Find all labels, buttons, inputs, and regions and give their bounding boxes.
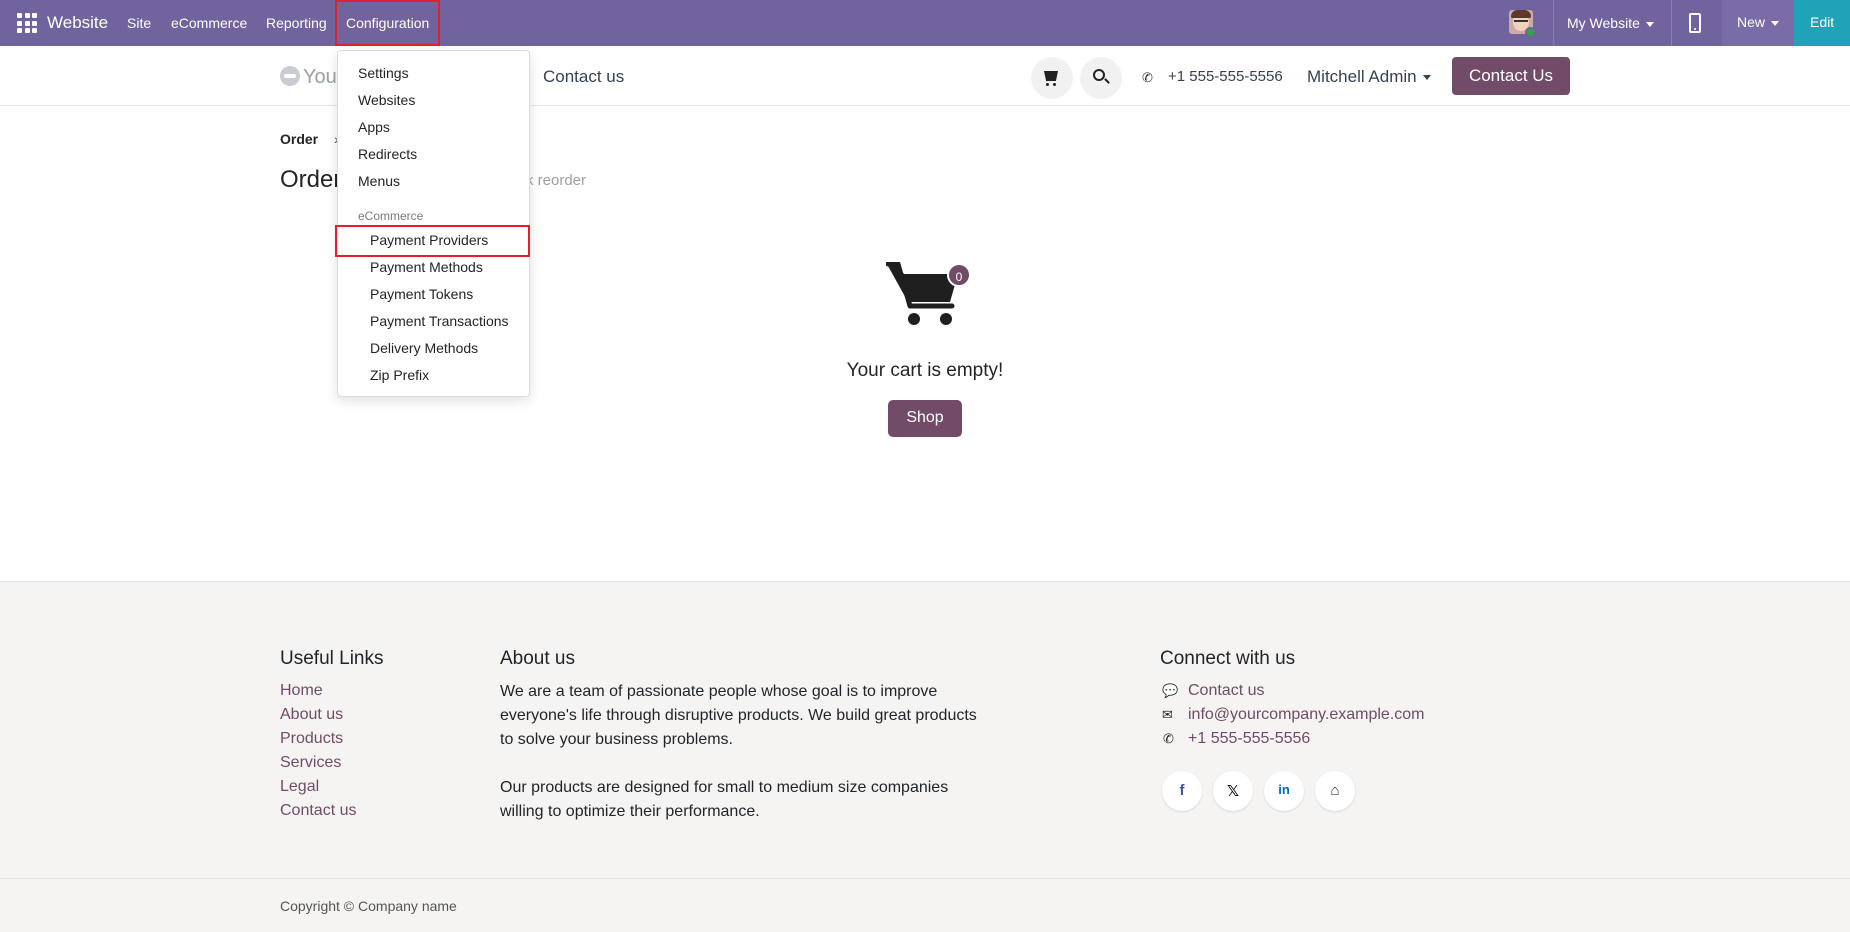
edit-button[interactable]: Edit xyxy=(1794,0,1850,46)
cart-count-badge: 0 xyxy=(947,263,971,287)
menu-site[interactable]: Site xyxy=(127,15,151,31)
website-header: You Contact us ✆ +1 555-555-5556 Mitchel… xyxy=(0,46,1850,106)
contact-us-button[interactable]: Contact Us xyxy=(1452,57,1570,95)
connect-email[interactable]: info@yourcompany.example.com xyxy=(1188,706,1425,724)
new-label: New xyxy=(1737,14,1766,30)
caret-down-icon xyxy=(1645,21,1654,27)
dropdown-item-payment-methods[interactable]: Payment Methods xyxy=(370,259,483,275)
menu-reporting[interactable]: Reporting xyxy=(266,15,327,31)
shop-button[interactable]: Shop xyxy=(888,400,962,437)
footer-link-about[interactable]: About us xyxy=(280,706,343,724)
dropdown-item-settings[interactable]: Settings xyxy=(358,65,409,81)
facebook-icon[interactable]: f xyxy=(1162,771,1202,811)
dropdown-item-delivery-methods[interactable]: Delivery Methods xyxy=(370,340,478,356)
footer-link-contact[interactable]: Contact us xyxy=(280,802,356,820)
footer-link-services[interactable]: Services xyxy=(280,754,341,772)
empty-cart-message: Your cart is empty! xyxy=(846,360,1004,381)
useful-links-title: Useful Links xyxy=(280,648,384,669)
home-icon[interactable]: ⌂ xyxy=(1315,771,1355,811)
copyright-bar: Copyright © Company name xyxy=(0,878,1850,932)
navbar-divider xyxy=(1671,0,1672,46)
new-button[interactable]: New xyxy=(1737,14,1780,30)
cart-button[interactable] xyxy=(1031,57,1073,99)
online-status-icon xyxy=(1525,27,1536,38)
app-brand[interactable]: Website xyxy=(47,13,108,33)
header-phone[interactable]: +1 555-555-5556 xyxy=(1168,68,1283,85)
linkedin-icon[interactable]: in xyxy=(1264,771,1304,811)
about-title: About us xyxy=(500,648,575,669)
about-line: to solve your business problems. xyxy=(500,731,733,748)
my-website-label: My Website xyxy=(1567,15,1640,31)
connect-contact-us[interactable]: Contact us xyxy=(1188,682,1264,700)
dropdown-item-redirects[interactable]: Redirects xyxy=(358,146,417,162)
dropdown-item-zip-prefix[interactable]: Zip Prefix xyxy=(370,367,429,383)
about-line: We are a team of passionate people whose… xyxy=(500,683,938,700)
navbar-divider xyxy=(1553,0,1554,46)
dropdown-item-apps[interactable]: Apps xyxy=(358,119,390,135)
phone-icon: ✆ xyxy=(1163,731,1174,746)
envelope-icon: ✉ xyxy=(1162,707,1173,722)
dropdown-item-websites[interactable]: Websites xyxy=(358,92,415,108)
site-footer: Useful Links Home About us Products Serv… xyxy=(0,581,1850,878)
nav-contact-us[interactable]: Contact us xyxy=(543,67,624,87)
breadcrumb-order[interactable]: Order xyxy=(280,131,318,147)
site-logo[interactable]: You xyxy=(280,66,337,89)
user-name: Mitchell Admin xyxy=(1307,67,1417,86)
dropdown-item-payment-transactions[interactable]: Payment Transactions xyxy=(370,313,509,329)
dropdown-item-menus[interactable]: Menus xyxy=(358,173,400,189)
footer-link-products[interactable]: Products xyxy=(280,730,343,748)
admin-navbar: Website Site eCommerce Reporting Configu… xyxy=(0,0,1850,46)
dropdown-section-ecommerce: eCommerce xyxy=(358,209,424,223)
connect-phone[interactable]: +1 555-555-5556 xyxy=(1188,730,1310,748)
mobile-preview-icon[interactable] xyxy=(1689,13,1701,33)
my-website-dropdown[interactable]: My Website xyxy=(1567,15,1654,31)
configuration-dropdown: Settings Websites Apps Redirects Menus e… xyxy=(335,50,530,397)
logo-icon xyxy=(280,66,300,86)
cart-icon xyxy=(1044,71,1058,81)
about-line: willing to optimize their performance. xyxy=(500,803,760,820)
footer-link-home[interactable]: Home xyxy=(280,682,323,700)
apps-grid-icon[interactable] xyxy=(17,13,37,33)
about-line: everyone's life through disruptive produ… xyxy=(500,707,977,724)
phone-icon: ✆ xyxy=(1142,70,1153,85)
caret-down-icon xyxy=(1771,20,1780,26)
copyright-text: Copyright © Company name xyxy=(280,898,457,914)
quick-reorder-link[interactable]: k reorder xyxy=(526,172,586,189)
connect-title: Connect with us xyxy=(1160,648,1296,669)
logo-text: You xyxy=(303,66,337,88)
about-line: Our products are designed for small to m… xyxy=(500,779,949,796)
chat-icon: 💬 xyxy=(1162,683,1179,698)
menu-ecommerce[interactable]: eCommerce xyxy=(171,15,247,31)
page-title: Order xyxy=(280,166,342,193)
x-icon[interactable]: 𝕏 xyxy=(1213,771,1253,811)
search-button[interactable] xyxy=(1080,57,1122,99)
dropdown-item-payment-tokens[interactable]: Payment Tokens xyxy=(370,286,473,302)
footer-link-legal[interactable]: Legal xyxy=(280,778,319,796)
menu-configuration[interactable]: Configuration xyxy=(335,0,441,46)
user-dropdown[interactable]: Mitchell Admin xyxy=(1307,67,1431,87)
caret-down-icon xyxy=(1422,75,1431,81)
dropdown-item-payment-providers[interactable]: Payment Providers xyxy=(370,232,488,248)
